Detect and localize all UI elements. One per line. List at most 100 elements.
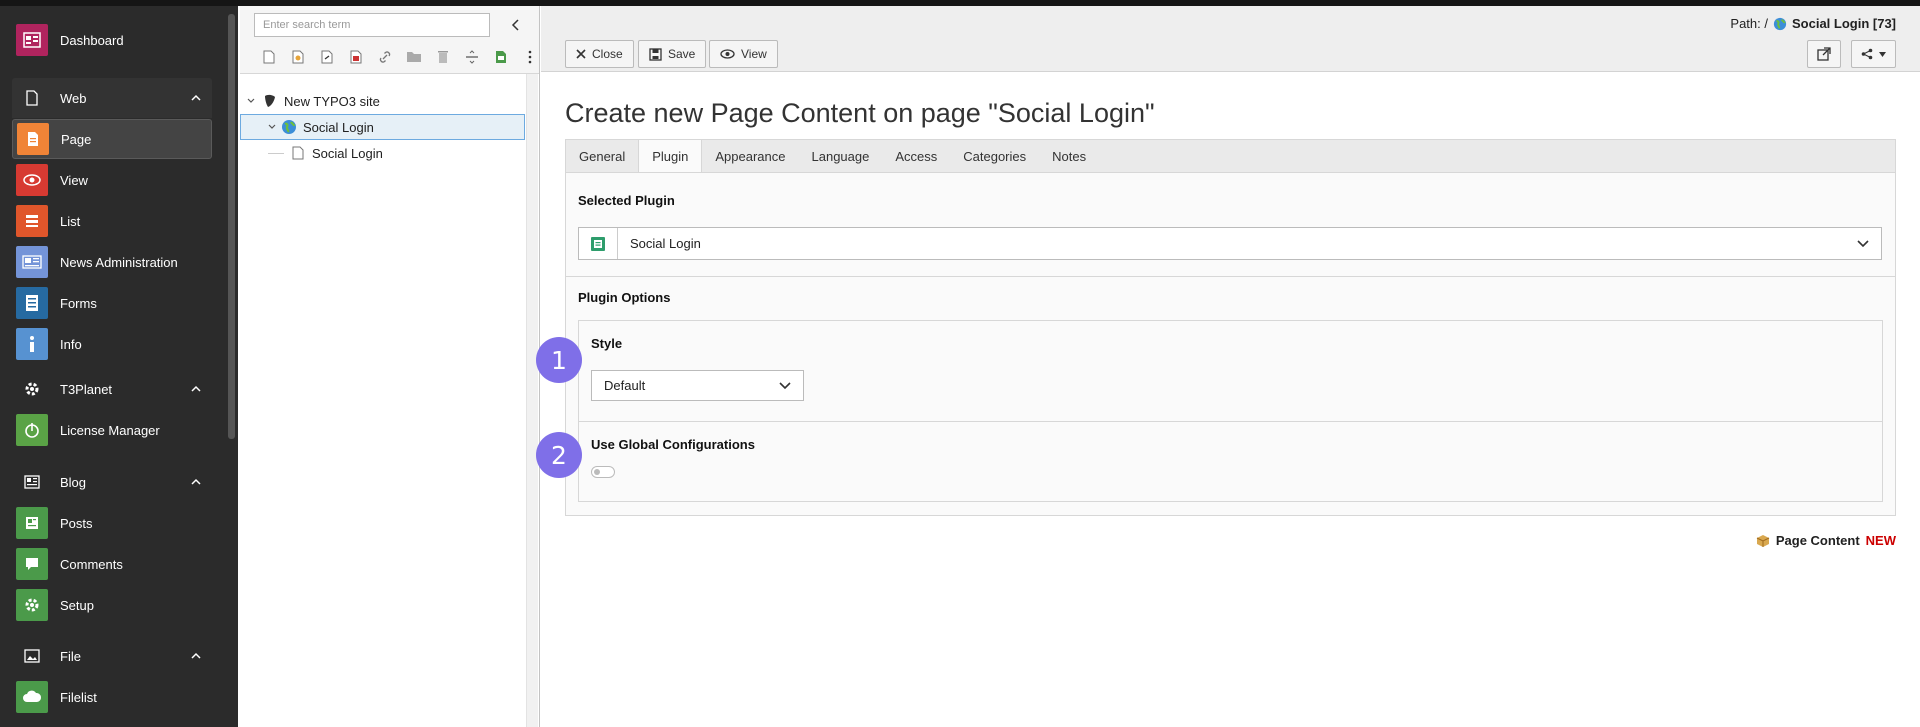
- module-group-file[interactable]: File: [12, 636, 212, 676]
- form-icon: [16, 287, 48, 319]
- module-label: Setup: [60, 597, 94, 613]
- new-page-inside-icon[interactable]: [283, 46, 312, 68]
- tree-scrollbar[interactable]: [526, 74, 538, 727]
- chevron-down-icon: [779, 381, 791, 389]
- tab-categories[interactable]: Categories: [950, 140, 1039, 174]
- module-info[interactable]: Info: [12, 324, 212, 364]
- chevron-down-icon[interactable]: [246, 96, 256, 106]
- settings-icon: [16, 589, 48, 621]
- tree-root-node[interactable]: New TYPO3 site: [246, 88, 526, 114]
- blog-icon: [16, 466, 48, 498]
- module-forms[interactable]: Forms: [12, 283, 212, 323]
- list-icon: [16, 205, 48, 237]
- selected-plugin-label: Selected Plugin: [578, 193, 675, 208]
- module-comments[interactable]: Comments: [12, 544, 212, 584]
- module-menu-scrollbar[interactable]: [228, 14, 235, 439]
- module-license-manager[interactable]: License Manager: [12, 410, 212, 450]
- tree-node-label: Social Login: [303, 119, 374, 135]
- posts-icon: [16, 507, 48, 539]
- tree-line: [268, 152, 284, 154]
- module-group-blog[interactable]: Blog: [12, 462, 212, 502]
- plugin-options-box: Style Default Use Global Configurations: [578, 320, 1883, 502]
- delete-page-icon[interactable]: [341, 46, 370, 68]
- module-page[interactable]: Page: [12, 119, 212, 159]
- style-select[interactable]: Default: [591, 370, 804, 401]
- breadcrumb: Path: / Social Login [73]: [1730, 16, 1896, 31]
- module-label: News Administration: [60, 254, 178, 270]
- tree-node-social-login-child[interactable]: Social Login: [240, 140, 525, 166]
- folder-icon[interactable]: [399, 46, 428, 68]
- module-label: Posts: [60, 515, 93, 531]
- module-posts[interactable]: Posts: [12, 503, 212, 543]
- share-button[interactable]: [1851, 40, 1896, 68]
- tab-general[interactable]: General: [566, 140, 638, 174]
- share-icon: [1861, 48, 1873, 60]
- tree-search-input[interactable]: [254, 13, 490, 37]
- module-group-label: Web: [60, 90, 87, 106]
- tree-tools: [254, 46, 544, 68]
- page-tree-panel: New TYPO3 site Social Login Social Login: [240, 6, 540, 727]
- tab-appearance[interactable]: Appearance: [702, 140, 798, 174]
- power-icon: [16, 414, 48, 446]
- record-info: Page Content NEW: [1756, 533, 1896, 548]
- close-button[interactable]: Close: [565, 40, 634, 68]
- plugin-icon: [579, 228, 618, 259]
- cloud-icon: [16, 681, 48, 713]
- open-new-window-button[interactable]: [1807, 40, 1841, 68]
- view-button[interactable]: View: [709, 40, 778, 68]
- module-list[interactable]: List: [12, 201, 212, 241]
- module-group-label: Blog: [60, 474, 87, 490]
- module-filelist[interactable]: Filelist: [12, 677, 212, 717]
- chevron-down-icon[interactable]: [267, 122, 277, 132]
- save-button[interactable]: Save: [638, 40, 707, 68]
- page-icon: [17, 123, 49, 155]
- module-dashboard[interactable]: Dashboard: [12, 20, 212, 60]
- page-title: Create new Page Content on page "Social …: [565, 98, 1155, 128]
- module-news[interactable]: News Administration: [12, 242, 212, 282]
- collapse-tree-icon[interactable]: [508, 17, 524, 33]
- external-link-icon: [1817, 47, 1831, 61]
- shortcut-page-icon[interactable]: [312, 46, 341, 68]
- style-select-value: Default: [604, 378, 646, 393]
- dashboard-icon: [16, 24, 48, 56]
- caret-down-icon: [1879, 51, 1886, 57]
- module-group-web[interactable]: Web: [12, 78, 212, 118]
- comment-icon: [16, 548, 48, 580]
- module-label: Info: [60, 336, 82, 352]
- tab-plugin[interactable]: Plugin: [638, 140, 703, 175]
- divider-icon[interactable]: [457, 46, 486, 68]
- content-element-icon: [1756, 534, 1770, 547]
- module-label: Dashboard: [60, 32, 124, 48]
- plugin-select[interactable]: Social Login: [578, 227, 1882, 260]
- module-group-label: File: [60, 648, 81, 664]
- new-page-icon[interactable]: [254, 46, 283, 68]
- page-tree-toolbar: [240, 6, 539, 74]
- style-label: Style: [591, 336, 623, 351]
- global-config-label: Use Global Configurations: [591, 437, 755, 452]
- tree-node-social-login[interactable]: Social Login: [240, 114, 525, 140]
- record-status: NEW: [1865, 533, 1896, 548]
- module-setup[interactable]: Setup: [12, 585, 212, 625]
- page-icon: [292, 146, 304, 160]
- path-page[interactable]: Social Login [73]: [1792, 16, 1896, 31]
- tab-access[interactable]: Access: [882, 140, 950, 174]
- chevron-up-icon: [191, 478, 201, 485]
- tab-language[interactable]: Language: [799, 140, 883, 174]
- global-config-toggle[interactable]: [591, 466, 615, 478]
- module-label: Comments: [60, 556, 123, 572]
- more-options-icon[interactable]: [515, 46, 544, 68]
- eye-icon: [16, 164, 48, 196]
- trash-icon[interactable]: [428, 46, 457, 68]
- module-group-label: T3Planet: [60, 381, 113, 397]
- page-outline-icon: [16, 82, 48, 114]
- link-icon[interactable]: [370, 46, 399, 68]
- tab-notes[interactable]: Notes: [1039, 140, 1099, 174]
- close-icon: [576, 49, 586, 59]
- module-group-t3planet[interactable]: T3Planet: [12, 369, 212, 409]
- green-page-icon[interactable]: [486, 46, 515, 68]
- chevron-down-icon: [1857, 239, 1869, 247]
- close-label: Close: [592, 47, 623, 61]
- module-view[interactable]: View: [12, 160, 212, 200]
- module-label: Filelist: [60, 689, 97, 705]
- image-icon: [16, 640, 48, 672]
